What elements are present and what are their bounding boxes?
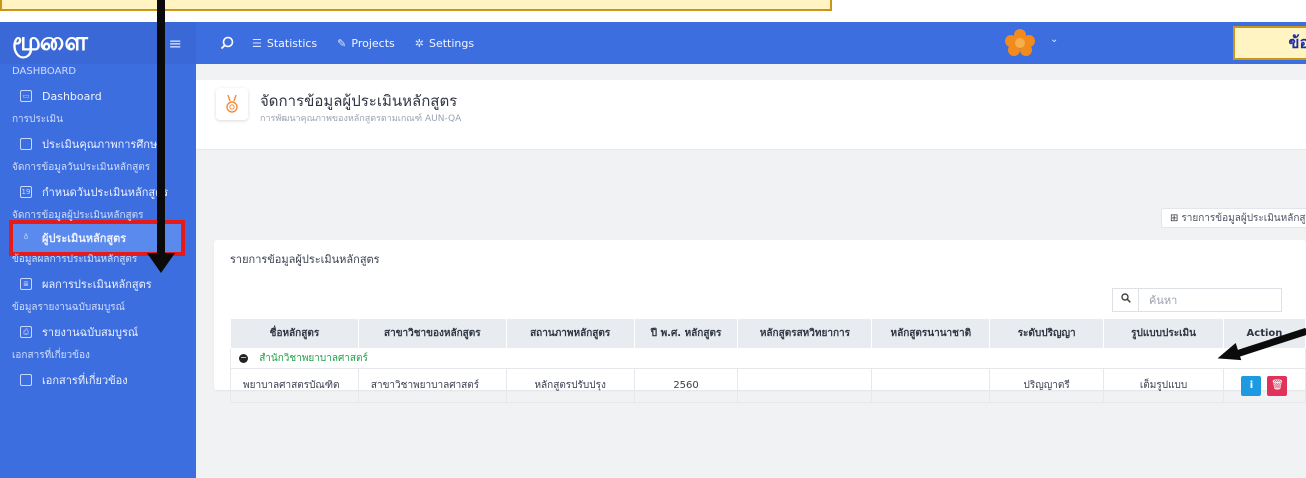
assessor-table: ชื่อหลักสูตร สาขาวิชาของหลักสูตร สถานภาพ… xyxy=(230,318,1306,403)
column-header[interactable]: หลักสูตรสหวิทยาการ xyxy=(737,318,873,349)
assessor-list-button[interactable]: ⊞ รายการข้อมูลผู้ประเมินหลักสูตร xyxy=(1161,208,1306,228)
cell-major: สาขาวิชาพยาบาลศาสตร์ xyxy=(357,368,507,403)
page-header: จัดการข้อมูลผู้ประเมินหลักสูตร การพัฒนาค… xyxy=(196,80,1306,150)
sidebar-item-label: เอกสารที่เกี่ยวข้อง xyxy=(42,374,128,387)
sidebar-section-title: ข้อมูลรายงานฉบับสมบูรณ์ xyxy=(12,302,125,313)
annotation-arrowhead xyxy=(147,253,175,273)
database-icon: ☰ xyxy=(252,36,262,50)
nav-statistics-label: Statistics xyxy=(266,36,318,50)
sidebar-item-quality-assessment[interactable]: ประเมินคุณภาพการศึกษา xyxy=(0,128,196,160)
cell-year: 2560 xyxy=(633,368,739,403)
page-title: จัดการข้อมูลผู้ประเมินหลักสูตร xyxy=(260,92,458,110)
cell-name: พยาบาลศาสตรบัณฑิต xyxy=(230,368,359,403)
sidebar-section-title: DASHBOARD xyxy=(12,66,77,77)
cell-format: เต็มรูปแบบ xyxy=(1103,368,1224,403)
sidebar-item-label: ผู้ประเมินหลักสูตร xyxy=(42,232,127,245)
annotation-callout: ข้อมูลเลขาฯ ประเมินฯ xyxy=(1233,26,1306,60)
sidebar-section-title: การประเมิน xyxy=(12,114,63,125)
sidebar-section-title: เอกสารที่เกี่ยวข้อง xyxy=(12,350,90,361)
info-button[interactable]: i xyxy=(1241,375,1262,396)
column-header[interactable]: รูปแบบประเมิน xyxy=(1103,318,1224,349)
dashboard-icon: ▭ xyxy=(20,90,32,102)
annotation-arrow xyxy=(157,0,165,258)
assessor-card: รายการข้อมูลผู้ประเมินหลักสูตร ค้นหา ชื่… xyxy=(214,240,1306,403)
annotation-banner xyxy=(0,0,832,11)
cell-international xyxy=(871,368,991,403)
chevron-down-icon[interactable]: ⌄ xyxy=(1050,34,1058,45)
column-header[interactable]: ปี พ.ศ. หลักสูตร xyxy=(633,318,739,349)
sidebar-item-full-report[interactable]: ⎙ รายงานฉบับสมบูรณ์ xyxy=(0,316,196,348)
user-avatar[interactable] xyxy=(1004,29,1036,57)
sidebar-item-assessment-date[interactable]: 19 กำหนดวันประเมินหลักสูตร xyxy=(0,176,196,208)
delete-button[interactable]: 🗑 xyxy=(1267,375,1288,396)
column-header[interactable]: สาขาวิชาของหลักสูตร xyxy=(357,318,507,349)
column-header[interactable]: ระดับปริญญา xyxy=(989,318,1105,349)
column-header[interactable]: ชื่อหลักสูตร xyxy=(230,318,359,349)
sidebar-item-label: Dashboard xyxy=(42,89,102,103)
cell-interdisciplinary xyxy=(737,368,873,403)
edit-icon: ✎ xyxy=(337,36,347,50)
column-header[interactable]: สถานภาพหลักสูตร xyxy=(505,318,635,349)
app-logo[interactable]: மூளை xyxy=(12,27,88,60)
cell-degree: ปริญญาตรี xyxy=(989,368,1105,403)
table-icon: ⊞ xyxy=(1170,212,1179,224)
window-icon xyxy=(20,138,32,150)
screen: மூளை ≡ DASHBOARD ▭ Dashboard การประเมิน … xyxy=(0,0,1306,478)
medal-icon xyxy=(216,88,248,120)
nav-statistics[interactable]: ☰ Statistics xyxy=(252,37,317,50)
sidebar-brand: மூளை ≡ xyxy=(0,22,196,64)
sidebar: மூளை ≡ DASHBOARD ▭ Dashboard การประเมิน … xyxy=(0,22,196,478)
sidebar-section-title: จัดการข้อมูลผู้ประเมินหลักสูตร xyxy=(12,210,144,221)
sidebar-item-dashboard[interactable]: ▭ Dashboard xyxy=(0,80,196,112)
page-subtitle: การพัฒนาคุณภาพของหลักสูตรตามเกณฑ์ AUN-QA xyxy=(260,114,462,124)
assessor-list-button-label: รายการข้อมูลผู้ประเมินหลักสูตร xyxy=(1181,212,1306,224)
sidebar-item-label: กำหนดวันประเมินหลักสูตร xyxy=(42,186,169,199)
gear-icon: ✲ xyxy=(414,36,424,50)
sidebar-item-label: ประเมินคุณภาพการศึกษา xyxy=(42,138,164,151)
search-input[interactable]: ค้นหา xyxy=(1112,288,1282,312)
nav-settings[interactable]: ✲ Settings xyxy=(415,37,474,50)
card-title: รายการข้อมูลผู้ประเมินหลักสูตร xyxy=(230,253,380,266)
nav-settings-label: Settings xyxy=(428,36,475,50)
sidebar-section-title: จัดการข้อมูลวันประเมินหลักสูตร xyxy=(12,162,151,173)
sidebar-item-assessors[interactable]: ♁ ผู้ประเมินหลักสูตร xyxy=(9,220,185,256)
nav-projects[interactable]: ✎ Projects xyxy=(337,37,395,50)
column-header[interactable]: หลักสูตรนานาชาติ xyxy=(871,318,991,349)
sidebar-item-label: ผลการประเมินหลักสูตร xyxy=(42,278,152,291)
table-row: พยาบาลศาสตรบัณฑิต สาขาวิชาพยาบาลศาสตร์ ห… xyxy=(230,368,1306,403)
medal-icon: ♁ xyxy=(23,233,29,241)
hamburger-menu-icon[interactable]: ≡ xyxy=(169,34,182,53)
file-icon xyxy=(20,374,32,386)
cell-action: i 🗑 xyxy=(1222,368,1306,403)
group-label: สำนักวิชาพยาบาลศาสตร์ xyxy=(259,353,368,364)
sidebar-item-label: รายงานฉบับสมบูรณ์ xyxy=(42,326,139,339)
search-placeholder: ค้นหา xyxy=(1149,294,1178,307)
printer-icon: ⎙ xyxy=(20,326,32,338)
cell-status: หลักสูตรปรับปรุง xyxy=(505,368,635,403)
top-navbar: ☰ Statistics ✎ Projects ✲ Settings ⌄ ข้อ… xyxy=(196,22,1306,64)
nav-projects-label: Projects xyxy=(351,36,395,50)
group-row[interactable]: − สำนักวิชาพยาบาลศาสตร์ xyxy=(230,348,1306,369)
collapse-icon[interactable]: − xyxy=(239,353,248,363)
calendar-icon: 19 xyxy=(20,186,32,198)
main-content: จัดการข้อมูลผู้ประเมินหลักสูตร การพัฒนาค… xyxy=(196,64,1306,478)
search-icon xyxy=(1113,289,1139,311)
search-icon[interactable] xyxy=(216,32,238,54)
list-icon: ≣ xyxy=(20,278,32,290)
table-header-row: ชื่อหลักสูตร สาขาวิชาของหลักสูตร สถานภาพ… xyxy=(230,318,1306,349)
sidebar-item-documents[interactable]: เอกสารที่เกี่ยวข้อง xyxy=(0,364,196,396)
